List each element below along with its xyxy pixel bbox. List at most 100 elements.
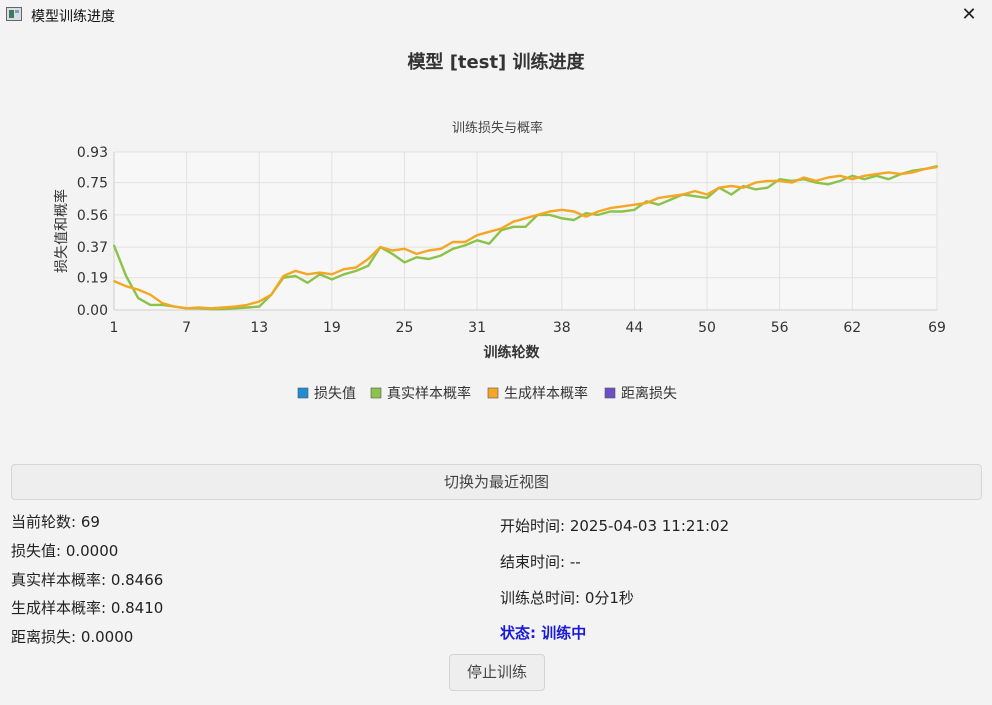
stat-distance-loss: 距离损失: 0.0000 bbox=[11, 628, 134, 646]
stat-total-time: 训练总时间: 0分1秒 bbox=[500, 589, 634, 607]
data-point-2 bbox=[367, 258, 370, 260]
data-point-1 bbox=[343, 273, 345, 276]
stat-real-prob: 真实样本概率: 0.8466 bbox=[11, 571, 164, 589]
data-point-1 bbox=[766, 186, 769, 189]
data-point-2 bbox=[331, 273, 333, 276]
data-point-1 bbox=[669, 198, 672, 201]
data-point-2 bbox=[657, 197, 660, 199]
data-point-2 bbox=[560, 208, 563, 211]
legend-label: 真实样本概率 bbox=[387, 385, 471, 402]
data-point-2 bbox=[403, 247, 406, 250]
data-point-2 bbox=[379, 246, 382, 249]
data-point-1 bbox=[415, 256, 418, 259]
stop-training-button[interactable]: 停止训练 bbox=[449, 654, 545, 691]
y-tick-label: 0.37 bbox=[77, 240, 108, 256]
data-point-1 bbox=[294, 275, 297, 277]
data-point-2 bbox=[258, 300, 261, 303]
data-point-1 bbox=[355, 270, 357, 272]
legend-label: 距离损失 bbox=[621, 385, 677, 402]
toggle-view-button[interactable]: 切换为最近视图 bbox=[11, 464, 982, 500]
data-point-2 bbox=[839, 174, 842, 177]
data-point-2 bbox=[669, 195, 672, 198]
x-axis-title: 训练轮数 bbox=[484, 344, 541, 361]
data-point-1 bbox=[439, 254, 442, 257]
data-point-2 bbox=[706, 193, 708, 196]
data-point-2 bbox=[149, 293, 152, 296]
x-tick-label: 50 bbox=[698, 320, 716, 336]
data-point-1 bbox=[609, 210, 612, 213]
data-point-1 bbox=[331, 278, 333, 281]
data-point-1 bbox=[585, 212, 587, 215]
y-tick-label: 0.56 bbox=[77, 208, 108, 224]
data-point-1 bbox=[839, 180, 842, 182]
data-point-1 bbox=[246, 306, 249, 309]
data-point-2 bbox=[246, 304, 249, 306]
data-point-1 bbox=[137, 297, 140, 299]
data-point-2 bbox=[464, 241, 466, 243]
x-tick-label: 38 bbox=[553, 320, 571, 336]
data-point-2 bbox=[415, 253, 418, 255]
data-point-2 bbox=[318, 271, 321, 274]
data-point-2 bbox=[161, 302, 164, 305]
legend-swatch bbox=[487, 387, 499, 399]
data-point-1 bbox=[633, 208, 636, 211]
data-point-2 bbox=[681, 193, 684, 196]
data-point-2 bbox=[633, 203, 636, 206]
x-tick-label: 62 bbox=[843, 320, 861, 336]
data-point-2 bbox=[936, 166, 938, 169]
y-tick-label: 0.93 bbox=[77, 145, 108, 161]
data-point-2 bbox=[476, 234, 478, 237]
x-tick-label: 1 bbox=[110, 320, 119, 336]
legend-swatch bbox=[297, 387, 309, 399]
data-point-2 bbox=[911, 171, 914, 174]
data-point-1 bbox=[403, 261, 406, 264]
data-point-2 bbox=[766, 180, 769, 182]
data-point-1 bbox=[427, 258, 430, 260]
data-point-2 bbox=[209, 307, 212, 310]
data-point-1 bbox=[306, 281, 309, 284]
data-point-1 bbox=[863, 178, 866, 181]
data-point-2 bbox=[500, 227, 503, 230]
legend-label: 损失值 bbox=[314, 386, 356, 402]
data-point-1 bbox=[476, 239, 478, 242]
y-tick-label: 0.00 bbox=[77, 303, 108, 319]
data-point-1 bbox=[851, 174, 854, 177]
x-tick-label: 44 bbox=[626, 320, 644, 336]
data-point-2 bbox=[863, 174, 866, 177]
data-point-1 bbox=[573, 219, 575, 221]
data-point-2 bbox=[790, 181, 793, 184]
data-point-2 bbox=[548, 210, 551, 213]
data-point-2 bbox=[343, 268, 345, 271]
data-point-2 bbox=[294, 270, 297, 272]
data-point-2 bbox=[730, 185, 733, 187]
legend-swatch bbox=[604, 387, 616, 399]
stat-end-time: 结束时间: -- bbox=[500, 553, 581, 571]
data-point-2 bbox=[778, 180, 781, 182]
chart-title: 训练损失与概率 bbox=[452, 120, 543, 136]
data-point-2 bbox=[234, 305, 236, 308]
data-point-2 bbox=[439, 247, 442, 250]
data-point-2 bbox=[306, 273, 309, 276]
data-point-2 bbox=[125, 285, 127, 288]
data-point-1 bbox=[887, 178, 890, 181]
data-point-1 bbox=[391, 253, 394, 255]
plot-area bbox=[114, 152, 937, 310]
data-point-2 bbox=[282, 275, 285, 277]
data-point-2 bbox=[573, 210, 575, 213]
x-tick-label: 56 bbox=[771, 320, 789, 336]
data-point-2 bbox=[645, 202, 648, 204]
x-tick-label: 19 bbox=[323, 320, 341, 336]
x-tick-label: 31 bbox=[468, 320, 486, 336]
y-tick-label: 0.75 bbox=[77, 176, 108, 192]
data-point-1 bbox=[488, 242, 491, 245]
stat-fake-prob: 生成样本概率: 0.8410 bbox=[11, 599, 164, 617]
data-point-1 bbox=[464, 244, 466, 247]
data-point-2 bbox=[113, 280, 115, 282]
data-point-2 bbox=[887, 171, 890, 174]
data-point-2 bbox=[355, 266, 357, 269]
data-point-2 bbox=[512, 220, 515, 223]
data-point-2 bbox=[754, 181, 757, 184]
y-tick-label: 0.19 bbox=[77, 271, 108, 287]
data-point-2 bbox=[718, 186, 720, 189]
data-point-2 bbox=[137, 288, 140, 291]
